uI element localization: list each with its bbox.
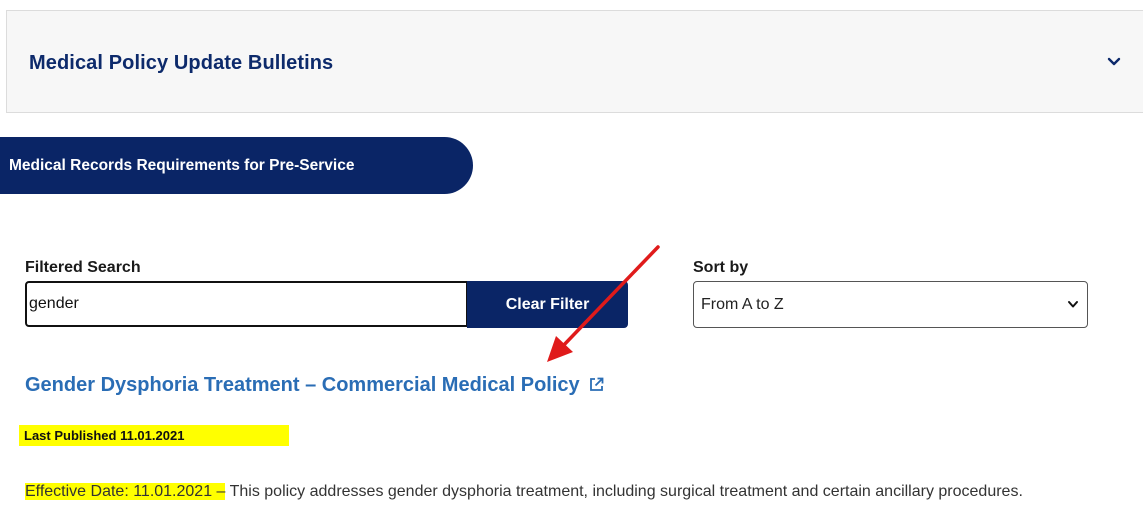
sort-select[interactable]: From A to Z [693, 281, 1088, 328]
result-title: Gender Dysphoria Treatment – Commercial … [25, 374, 580, 396]
chevron-down-icon [1068, 301, 1078, 308]
last-published-date: Last Published 11.01.2021 [19, 425, 289, 446]
effective-date: Effective Date: 11.01.2021 – [25, 483, 226, 500]
chevron-down-icon[interactable] [1106, 56, 1122, 68]
medical-records-requirements-button[interactable]: Medical Records Requirements for Pre-Ser… [0, 137, 473, 194]
sort-by-label: Sort by [693, 259, 749, 276]
sort-selected-value: From A to Z [701, 296, 784, 313]
external-link-icon [589, 377, 604, 391]
accordion-title: Medical Policy Update Bulletins [29, 52, 334, 74]
result-title-link[interactable]: Gender Dysphoria Treatment – Commercial … [25, 374, 604, 397]
description-text: This policy addresses gender dysphoria t… [225, 483, 1023, 500]
filtered-search-label: Filtered Search [25, 259, 141, 276]
page: Medical Policy Update Bulletins Medical … [0, 0, 1143, 527]
accordion-medical-policy-bulletins[interactable]: Medical Policy Update Bulletins [6, 10, 1143, 113]
result-description: Effective Date: 11.01.2021 – This policy… [25, 479, 1125, 504]
clear-filter-button[interactable]: Clear Filter [467, 281, 628, 328]
search-input[interactable] [25, 281, 468, 327]
